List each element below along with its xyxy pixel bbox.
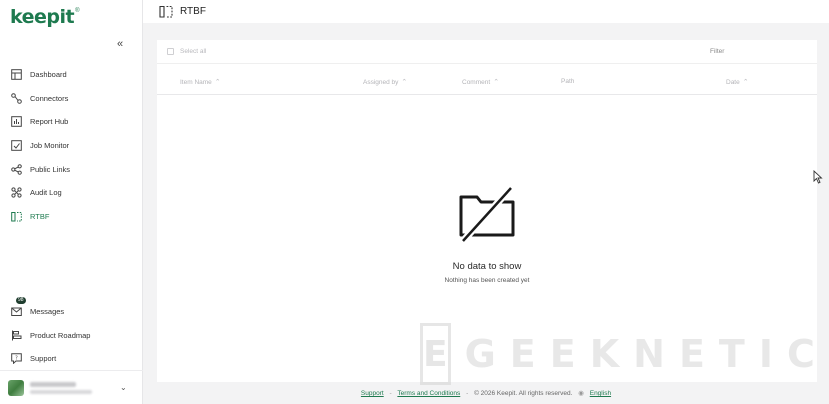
report-hub-icon: [10, 116, 22, 128]
sidebar-item-label: Messages: [30, 307, 65, 317]
column-label: Assigned by: [363, 78, 399, 86]
empty-state-subtitle: Nothing has been created yet: [444, 277, 530, 284]
messages-count-badge: 98: [16, 297, 26, 304]
sidebar-item-label: Audit Log: [30, 188, 62, 198]
keepit-logo[interactable]: keepit ®: [10, 6, 80, 32]
roadmap-icon: [10, 329, 22, 341]
sidebar-item-rtbf[interactable]: RTBF: [0, 205, 143, 229]
copyright-text: © 2026 Keepit. All rights reserved.: [474, 390, 573, 397]
connectors-icon: [10, 92, 22, 104]
dashboard-icon: [10, 69, 22, 81]
sort-icon: ⌃: [742, 79, 749, 86]
sidebar-item-dashboard[interactable]: Dashboard: [0, 63, 143, 87]
user-account-menu[interactable]: ⌄: [0, 370, 143, 404]
column-label: Comment: [462, 78, 491, 86]
user-email-redacted: [30, 389, 92, 394]
audit-log-icon: [10, 187, 22, 199]
chevron-down-icon: ⌄: [120, 383, 127, 392]
logo-text: keepit: [10, 6, 75, 28]
footer-separator: -: [466, 390, 469, 397]
sidebar-item-product-roadmap[interactable]: Product Roadmap: [0, 324, 143, 348]
user-info-blurred: [30, 381, 92, 394]
sidebar-item-label: Product Roadmap: [30, 330, 91, 340]
column-header-item-name[interactable]: Item Name ⌃: [180, 78, 221, 87]
column-header-date[interactable]: Date ⌃: [726, 78, 749, 87]
sidebar-item-label: Public Links: [30, 164, 71, 174]
sidebar-nav: Dashboard Connectors Report Hub Job Moni…: [0, 63, 143, 228]
sidebar-item-public-links[interactable]: Public Links: [0, 157, 143, 181]
sidebar-item-messages[interactable]: 98 Messages: [0, 297, 143, 324]
footer-separator: -: [389, 390, 392, 397]
sidebar-item-label: RTBF: [30, 211, 50, 221]
sidebar-item-audit-log[interactable]: Audit Log: [0, 181, 143, 205]
logo-registered-mark: ®: [75, 8, 80, 14]
table-toolbar: Select all Filter: [157, 40, 817, 64]
sidebar-item-label: Support: [30, 354, 57, 364]
sidebar-item-label: Connectors: [30, 93, 69, 103]
empty-state-title: No data to show: [452, 261, 522, 272]
sort-icon: ⌃: [493, 79, 500, 86]
filter-button[interactable]: Filter: [710, 48, 724, 55]
sidebar-item-label: Report Hub: [30, 117, 69, 127]
rtbf-icon: [10, 210, 22, 222]
envelope-icon: [10, 306, 22, 318]
page-header: RTBF: [143, 0, 829, 23]
svg-text:?: ?: [15, 356, 18, 362]
avatar: [8, 379, 24, 396]
select-all-checkbox[interactable]: [167, 48, 174, 55]
rtbf-table-panel: Select all Filter Item Name ⌃ Assigned b…: [157, 40, 817, 382]
column-header-comment[interactable]: Comment ⌃: [462, 78, 500, 87]
sidebar-item-label: Dashboard: [30, 70, 67, 80]
column-label: Path: [561, 78, 575, 85]
sidebar-item-job-monitor[interactable]: Job Monitor: [0, 134, 143, 158]
select-all-label: Select all: [180, 48, 207, 55]
job-monitor-icon: [10, 140, 22, 152]
collapse-sidebar-button[interactable]: «: [117, 38, 123, 50]
sort-icon: ⌃: [401, 79, 408, 86]
page-footer: Support - Terms and Conditions - © 2026 …: [143, 389, 829, 403]
terms-link[interactable]: Terms and Conditions: [397, 390, 460, 397]
sidebar-item-connectors[interactable]: Connectors: [0, 87, 143, 111]
column-label: Item Name: [180, 78, 212, 86]
globe-icon: ◉: [578, 390, 584, 397]
sidebar-item-support[interactable]: ? Support: [0, 347, 143, 371]
app-window: keepit ® « Dashboard Connectors Report H…: [0, 0, 829, 404]
sidebar-item-label: Job Monitor: [30, 141, 70, 151]
sidebar-item-report-hub[interactable]: Report Hub: [0, 110, 143, 134]
language-selector[interactable]: English: [590, 390, 611, 397]
column-header-assigned-by[interactable]: Assigned by ⌃: [363, 78, 408, 87]
sidebar-bottom-nav: 98 Messages Product Roadmap ? Support: [0, 297, 143, 371]
support-link[interactable]: Support: [361, 390, 384, 397]
user-name-redacted: [30, 381, 76, 387]
column-label: Date: [726, 78, 740, 86]
page-title: RTBF: [180, 6, 206, 17]
no-folder-icon: [157, 185, 817, 243]
table-header: Item Name ⌃ Assigned by ⌃ Comment ⌃ Path…: [157, 67, 817, 95]
rtbf-icon: [159, 5, 173, 18]
empty-state: No data to show Nothing has been created…: [157, 185, 817, 284]
support-icon: ?: [10, 353, 22, 365]
mouse-cursor-icon: [813, 169, 823, 189]
sort-icon: ⌃: [214, 79, 221, 86]
sidebar: keepit ® « Dashboard Connectors Report H…: [0, 0, 143, 404]
column-header-path[interactable]: Path: [561, 78, 574, 85]
share-icon: [10, 163, 22, 175]
